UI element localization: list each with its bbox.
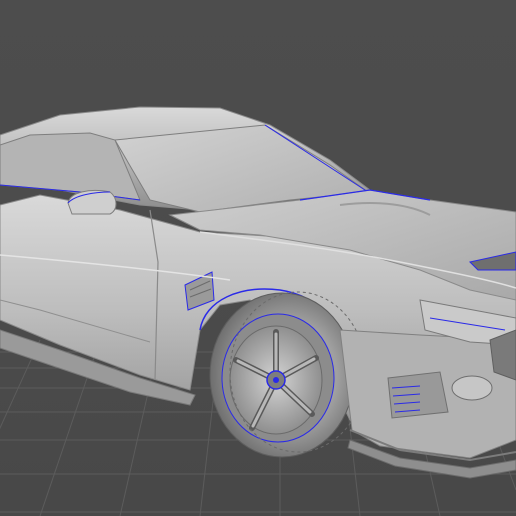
3d-viewport[interactable]: [0, 0, 516, 516]
fog-vent: [387, 371, 449, 419]
side-mirror: [67, 189, 117, 215]
car-model[interactable]: [0, 106, 516, 479]
viewport-canvas: [0, 106, 516, 516]
fog-light: [451, 375, 493, 401]
